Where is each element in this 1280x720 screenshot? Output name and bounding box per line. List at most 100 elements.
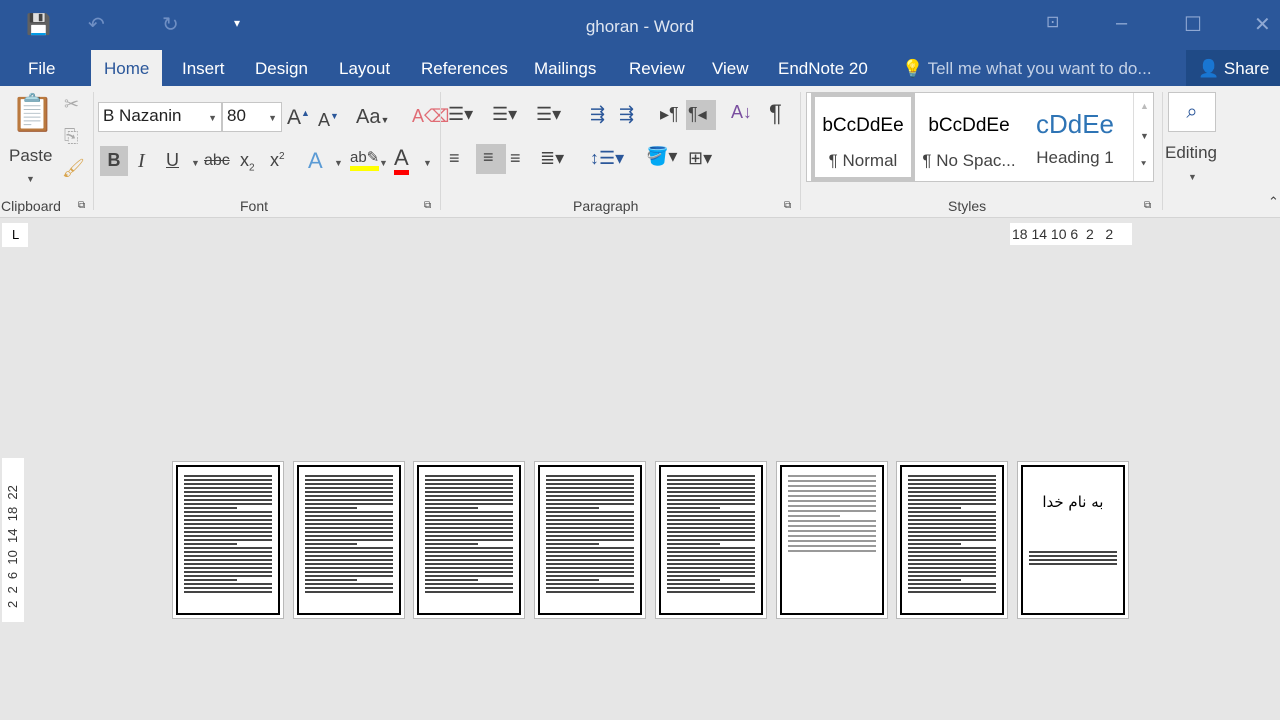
borders-icon[interactable]: ⊞▾ [688, 148, 712, 169]
paste-icon[interactable]: 📋 [10, 92, 55, 134]
clear-formatting-icon[interactable]: A⌫ [412, 106, 449, 127]
format-painter-icon[interactable]: 🖌 [62, 158, 85, 179]
divider [800, 92, 801, 210]
tab-file[interactable]: File [28, 59, 55, 79]
text-line [908, 559, 997, 561]
text-effects-icon[interactable]: A [308, 148, 323, 174]
align-right-icon[interactable]: ≡ [510, 148, 521, 169]
tab-design[interactable]: Design [255, 59, 308, 79]
style-heading-1[interactable]: cDdEe Heading 1 [1023, 93, 1127, 181]
scroll-up-icon[interactable]: ▲ [1140, 101, 1149, 111]
sort-icon[interactable]: A↓ [731, 102, 752, 123]
page-thumbnail[interactable] [654, 461, 767, 619]
maximize-button[interactable]: ☐ [1184, 12, 1202, 37]
style-sample: bCcDdEe [822, 115, 904, 136]
ribbon-display-options-icon[interactable]: ⊡ [1046, 12, 1059, 32]
text-line [666, 563, 755, 565]
font-name-input[interactable]: B Nazanin ▼ [98, 102, 222, 132]
dialog-launcher-icon[interactable]: ⧉ [1144, 200, 1151, 211]
shrink-font-icon[interactable]: A▼ [318, 110, 339, 131]
find-icon[interactable]: ⌕ [1168, 92, 1216, 132]
text-line [546, 579, 599, 581]
ltr-direction-icon[interactable]: ▸¶ [660, 104, 679, 125]
dialog-launcher-icon[interactable]: ⧉ [78, 200, 85, 211]
page-thumbnail[interactable] [775, 461, 888, 619]
chevron-down-icon[interactable]: ▼ [191, 158, 200, 168]
decrease-indent-icon[interactable]: ⇶ [590, 104, 605, 125]
rtl-direction-icon[interactable]: ¶◂ [686, 100, 716, 130]
tab-review[interactable]: Review [629, 59, 685, 79]
tab-layout[interactable]: Layout [339, 59, 390, 79]
font-group-label: Font [240, 198, 269, 214]
tab-view[interactable]: View [712, 59, 749, 79]
multilevel-list-icon[interactable]: ☰▾ [536, 104, 561, 125]
font-color-icon[interactable]: A [394, 146, 409, 175]
tell-me-search[interactable]: 💡 Tell me what you want to do... [902, 59, 1152, 79]
vertical-ruler[interactable]: 2 2 6 10 14 18 22 [2, 458, 24, 622]
chevron-down-icon[interactable]: ▼ [268, 113, 277, 123]
dialog-launcher-icon[interactable]: ⧉ [424, 200, 431, 211]
chevron-down-icon[interactable]: ▼ [379, 158, 388, 168]
styles-group-label: Styles [948, 198, 987, 214]
increase-indent-icon[interactable]: ⇶ [619, 104, 634, 125]
text-line [908, 479, 997, 481]
text-line [425, 475, 514, 477]
styles-scrollbar[interactable]: ▲ ▼ ⯆ [1133, 93, 1153, 181]
text-line [425, 563, 514, 565]
cut-icon[interactable]: ✂ [64, 94, 79, 115]
justify-icon[interactable]: ≣▾ [540, 148, 564, 169]
collapse-ribbon-icon[interactable]: ⌃ [1268, 194, 1279, 210]
more-styles-icon[interactable]: ⯆ [1140, 159, 1147, 170]
chevron-down-icon[interactable]: ▼ [423, 158, 432, 168]
share-button[interactable]: 👤 Share [1186, 50, 1280, 86]
close-button[interactable]: ✕ [1254, 12, 1271, 37]
page-thumbnail[interactable] [534, 461, 647, 619]
text-line [184, 515, 272, 517]
style-no-spacing[interactable]: bCcDdEe ¶ No Spac... [917, 93, 1021, 181]
subscript-button[interactable]: x2 [240, 150, 255, 174]
font-size-input[interactable]: 80 ▼ [222, 102, 282, 132]
style-normal[interactable]: bCcDdEe ¶ Normal [811, 93, 915, 181]
bold-button[interactable]: B [100, 146, 128, 176]
horizontal-ruler[interactable]: 18 14 10 6 2 2 [1010, 223, 1132, 245]
text-line [184, 591, 272, 593]
superscript-button[interactable]: x2 [270, 150, 285, 171]
page-thumbnail[interactable] [413, 461, 526, 619]
page-thumbnail[interactable]: به نام خدا [1016, 461, 1129, 619]
align-center-icon[interactable]: ≡ [476, 144, 506, 174]
scroll-down-icon[interactable]: ▼ [1140, 131, 1149, 141]
chevron-down-icon[interactable]: ▼ [208, 113, 217, 123]
page-thumbnail[interactable] [896, 461, 1009, 619]
text-line [908, 523, 997, 525]
editing-button[interactable]: Editing [1165, 143, 1217, 163]
align-left-icon[interactable]: ≡ [449, 148, 460, 169]
page-thumbnail[interactable] [292, 461, 405, 619]
minimize-button[interactable]: – [1116, 12, 1127, 35]
italic-button[interactable]: I [138, 150, 145, 173]
tab-home[interactable]: Home [91, 50, 163, 87]
grow-font-icon[interactable]: A▲ [287, 106, 310, 130]
shading-icon[interactable]: 🪣▾ [646, 146, 677, 167]
numbering-icon[interactable]: ☰▾ [492, 104, 517, 125]
tab-selector-icon[interactable]: L [2, 223, 28, 247]
chevron-down-icon[interactable]: ▼ [334, 158, 343, 168]
chevron-down-icon[interactable]: ▼ [1188, 172, 1197, 182]
underline-button[interactable]: U [166, 150, 179, 171]
strikethrough-button[interactable]: abc [204, 152, 230, 170]
text-line [666, 503, 755, 505]
copy-icon[interactable]: ⎘ [64, 126, 78, 147]
page-thumbnail[interactable] [172, 461, 284, 619]
tab-endnote[interactable]: EndNote 20 [778, 59, 868, 79]
tab-mailings[interactable]: Mailings [534, 59, 596, 79]
line-spacing-icon[interactable]: ↕☰▾ [590, 148, 624, 169]
change-case-button[interactable]: Aa▼ [356, 106, 389, 129]
paste-button[interactable]: Paste [9, 146, 52, 166]
text-line [184, 571, 272, 573]
tab-insert[interactable]: Insert [182, 59, 225, 79]
dialog-launcher-icon[interactable]: ⧉ [784, 200, 791, 211]
show-formatting-marks-icon[interactable]: ¶ [769, 100, 782, 128]
highlight-color-icon[interactable]: ab✎ [350, 148, 380, 171]
paste-dropdown-icon[interactable]: ▼ [26, 174, 35, 184]
tab-references[interactable]: References [421, 59, 508, 79]
bullets-icon[interactable]: ☰▾ [448, 104, 473, 125]
